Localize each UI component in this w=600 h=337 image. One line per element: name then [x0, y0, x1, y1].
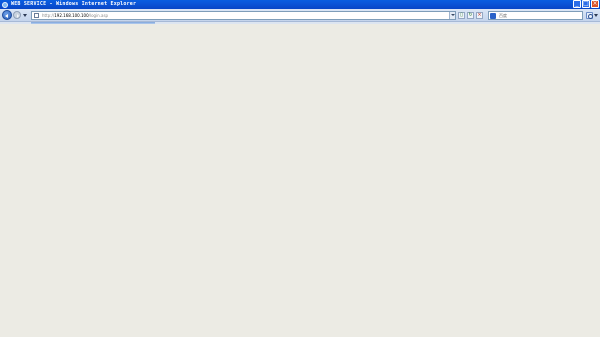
close-button[interactable]: ×	[591, 0, 599, 8]
search-button[interactable]	[586, 12, 593, 19]
maximize-button[interactable]: □	[582, 0, 590, 8]
title-bar[interactable]: WEB SERVICE - Windows Internet Explorer …	[0, 0, 600, 9]
address-url[interactable]: http://192.168.100.100/login.asp	[42, 13, 108, 18]
search-placeholder: 百度	[499, 12, 507, 18]
ie-app-icon[interactable]	[2, 1, 8, 8]
search-engine-icon[interactable]	[490, 12, 496, 19]
compatibility-view-button[interactable]: ▯	[458, 12, 465, 19]
address-path: /login.asp	[88, 13, 109, 18]
address-dropdown-button[interactable]	[449, 12, 455, 19]
page-content	[0, 24, 600, 337]
search-input[interactable]: 百度	[488, 11, 583, 20]
back-arrow-icon[interactable]	[2, 10, 12, 20]
forward-arrow-icon[interactable]	[13, 11, 21, 19]
minimize-button[interactable]: _	[573, 0, 581, 8]
navigation-bar: http://192.168.100.100/login.asp ▯ ↻ × 百…	[0, 9, 600, 22]
window-title: WEB SERVICE - Windows Internet Explorer	[11, 1, 137, 7]
page-icon	[34, 13, 39, 18]
address-scheme: http://	[42, 13, 55, 18]
chevron-down-icon[interactable]	[23, 14, 27, 17]
refresh-button[interactable]: ↻	[467, 12, 474, 19]
address-host: 192.168.100.100	[54, 13, 89, 18]
browser-window: WEB SERVICE - Windows Internet Explorer …	[0, 0, 600, 337]
caption-buttons: _ □ ×	[573, 0, 599, 9]
address-bar[interactable]: http://192.168.100.100/login.asp	[31, 11, 456, 20]
stop-button[interactable]: ×	[476, 12, 483, 19]
search-options-chevron-icon[interactable]	[594, 14, 598, 17]
